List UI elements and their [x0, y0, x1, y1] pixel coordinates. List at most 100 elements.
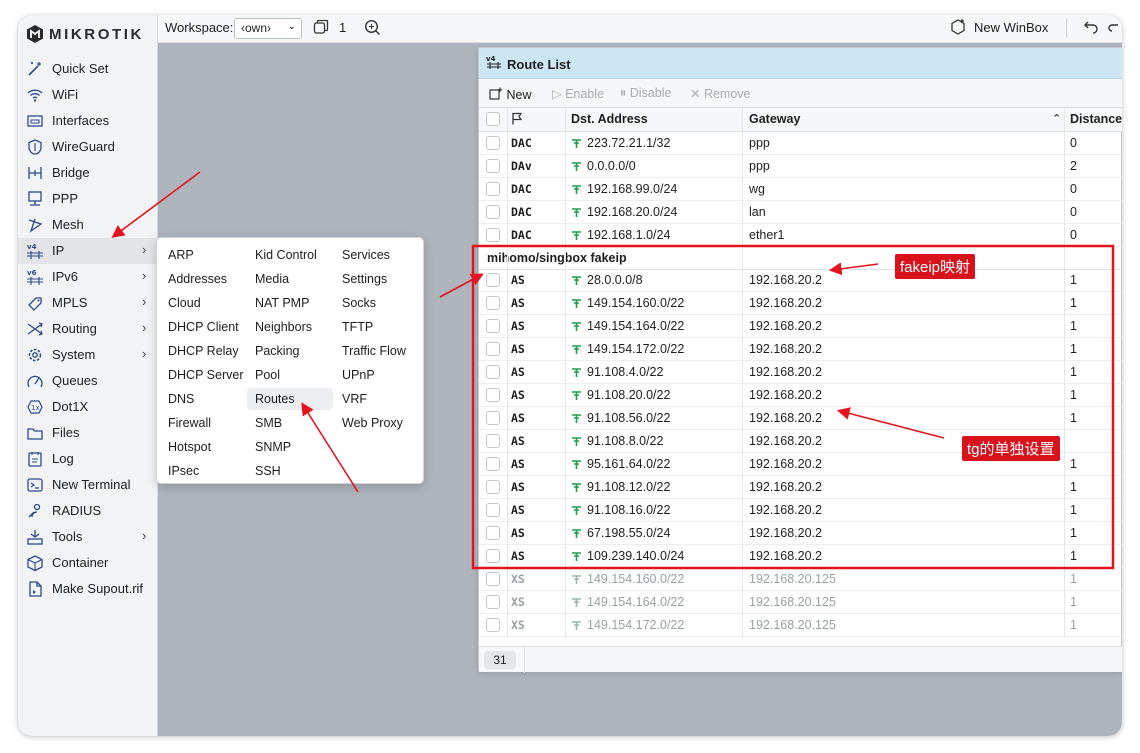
sidebar-item-radius[interactable]: RADIUS — [18, 498, 158, 524]
ip-menu-web-proxy[interactable]: Web Proxy — [342, 412, 403, 434]
new-winbox-button[interactable]: New WinBox — [974, 20, 1048, 35]
sidebar-item-ipv6[interactable]: v6 IPv6 › — [18, 264, 158, 290]
sidebar-item-wifi[interactable]: WiFi — [18, 82, 158, 108]
column-divider[interactable] — [507, 108, 508, 638]
row-checkbox[interactable] — [486, 411, 500, 425]
remove-button[interactable]: ✕ Remove — [690, 86, 751, 101]
ip-menu-upnp[interactable]: UPnP — [342, 364, 375, 386]
flag-column-icon[interactable] — [511, 112, 523, 128]
ip-menu-ipsec[interactable]: IPsec — [168, 460, 199, 482]
row-checkbox[interactable] — [486, 228, 500, 242]
row-checkbox[interactable] — [486, 503, 500, 517]
row-checkbox[interactable] — [486, 480, 500, 494]
sidebar-item-log[interactable]: Log — [18, 446, 158, 472]
enable-button[interactable]: ▷ Enable — [552, 86, 604, 101]
ip-menu-kid-control[interactable]: Kid Control — [255, 244, 317, 266]
table-row[interactable]: AS 91.108.16.0/22 192.168.20.2 1 — [479, 499, 1122, 522]
redo-icon[interactable] — [1108, 18, 1120, 37]
table-row[interactable]: AS 91.108.12.0/22 192.168.20.2 1 — [479, 476, 1122, 499]
sidebar-item-routing[interactable]: Routing › — [18, 316, 158, 342]
table-row[interactable]: XS 149.154.160.0/22 192.168.20.125 1 — [479, 568, 1122, 591]
table-row[interactable]: AS 109.239.140.0/24 192.168.20.2 1 — [479, 545, 1122, 568]
sidebar-item-queues[interactable]: Queues — [18, 368, 158, 394]
table-row[interactable]: XS 149.154.164.0/22 192.168.20.125 1 — [479, 591, 1122, 614]
row-checkbox[interactable] — [486, 342, 500, 356]
table-row[interactable]: DAv 0.0.0.0/0 ppp 2 — [479, 155, 1122, 178]
sidebar-item-mesh[interactable]: Mesh — [18, 212, 158, 238]
ip-menu-traffic-flow[interactable]: Traffic Flow — [342, 340, 406, 362]
workspace-select[interactable]: ‹own› ⌄ — [234, 18, 302, 39]
ip-menu-hotspot[interactable]: Hotspot — [168, 436, 211, 458]
ip-menu-addresses[interactable]: Addresses — [168, 268, 227, 290]
table-row[interactable]: AS 149.154.164.0/22 192.168.20.2 1 — [479, 315, 1122, 338]
sidebar-item-interfaces[interactable]: Interfaces — [18, 108, 158, 134]
ip-menu-vrf[interactable]: VRF — [342, 388, 367, 410]
column-divider[interactable] — [1064, 108, 1065, 638]
ip-menu-nat-pmp[interactable]: NAT PMP — [255, 292, 309, 314]
sidebar-item-tools[interactable]: Tools › — [18, 524, 158, 550]
table-row[interactable]: AS 67.198.55.0/24 192.168.20.2 1 — [479, 522, 1122, 545]
undo-icon[interactable] — [1083, 18, 1099, 37]
sidebar-item-ppp[interactable]: PPP — [18, 186, 158, 212]
row-checkbox[interactable] — [486, 572, 500, 586]
table-row[interactable]: DAC 192.168.99.0/24 wg 0 — [479, 178, 1122, 201]
ip-menu-firewall[interactable]: Firewall — [168, 412, 211, 434]
ip-menu-snmp[interactable]: SNMP — [255, 436, 291, 458]
ip-menu-ssh[interactable]: SSH — [255, 460, 281, 482]
table-row[interactable]: AS 91.108.4.0/22 192.168.20.2 1 — [479, 361, 1122, 384]
table-row[interactable]: DAC 223.72.21.1/32 ppp 0 — [479, 132, 1122, 155]
table-row[interactable]: DAC 192.168.1.0/24 ether1 0 — [479, 224, 1122, 247]
route-list-title-bar[interactable]: v4 Route List — [479, 48, 1122, 79]
sidebar-item-make-supout-rif[interactable]: Make Supout.rif — [18, 576, 158, 602]
ip-menu-dhcp-relay[interactable]: DHCP Relay — [168, 340, 239, 362]
sidebar-item-bridge[interactable]: Bridge — [18, 160, 158, 186]
row-checkbox[interactable] — [486, 182, 500, 196]
row-checkbox[interactable] — [486, 526, 500, 540]
table-row[interactable]: AS 28.0.0.0/8 192.168.20.2 1 — [479, 269, 1122, 292]
dst-address-header[interactable]: Dst. Address — [571, 112, 648, 126]
ip-menu-smb[interactable]: SMB — [255, 412, 282, 434]
ip-menu-neighbors[interactable]: Neighbors — [255, 316, 312, 338]
table-row[interactable]: AS 149.154.160.0/22 192.168.20.2 1 — [479, 292, 1122, 315]
sidebar-item-mpls[interactable]: MPLS › — [18, 290, 158, 316]
sidebar-item-container[interactable]: Container — [18, 550, 158, 576]
search-icon[interactable] — [364, 19, 381, 39]
row-checkbox[interactable] — [486, 388, 500, 402]
sidebar-item-dot1x[interactable]: 1x Dot1X — [18, 394, 158, 420]
windows-icon[interactable] — [313, 19, 329, 38]
row-checkbox[interactable] — [486, 595, 500, 609]
sidebar-item-quick-set[interactable]: Quick Set — [18, 56, 158, 82]
row-checkbox[interactable] — [486, 136, 500, 150]
row-checkbox[interactable] — [486, 296, 500, 310]
ip-menu-routes[interactable]: Routes — [247, 388, 333, 410]
distance-header[interactable]: Distance — [1070, 112, 1122, 126]
ip-menu-pool[interactable]: Pool — [255, 364, 280, 386]
column-divider[interactable] — [565, 108, 566, 638]
route-group-header[interactable]: mihomo/singbox fakeip — [479, 247, 1122, 270]
row-checkbox[interactable] — [486, 457, 500, 471]
gateway-header[interactable]: Gateway — [749, 112, 800, 126]
ip-menu-tftp[interactable]: TFTP — [342, 316, 373, 338]
row-checkbox[interactable] — [486, 434, 500, 448]
row-checkbox[interactable] — [486, 549, 500, 563]
row-checkbox[interactable] — [486, 365, 500, 379]
sidebar-item-wireguard[interactable]: WireGuard — [18, 134, 158, 160]
ip-menu-cloud[interactable]: Cloud — [168, 292, 201, 314]
sort-asc-icon[interactable]: ⌃ — [1052, 112, 1061, 125]
row-checkbox[interactable] — [486, 319, 500, 333]
table-row[interactable]: AS 91.108.56.0/22 192.168.20.2 1 — [479, 407, 1122, 430]
row-checkbox[interactable] — [486, 205, 500, 219]
ip-menu-settings[interactable]: Settings — [342, 268, 387, 290]
ip-menu-socks[interactable]: Socks — [342, 292, 376, 314]
new-winbox-icon[interactable] — [949, 18, 967, 39]
select-all-checkbox[interactable] — [486, 112, 500, 126]
ip-menu-dhcp-client[interactable]: DHCP Client — [168, 316, 239, 338]
sidebar-item-system[interactable]: System › — [18, 342, 158, 368]
ip-menu-dhcp-server[interactable]: DHCP Server — [168, 364, 243, 386]
table-row[interactable]: XS 149.154.172.0/22 192.168.20.125 1 — [479, 614, 1122, 637]
row-checkbox[interactable] — [486, 159, 500, 173]
row-checkbox[interactable] — [486, 273, 500, 287]
ip-menu-packing[interactable]: Packing — [255, 340, 299, 362]
ip-menu-arp[interactable]: ARP — [168, 244, 194, 266]
table-row[interactable]: AS 149.154.172.0/22 192.168.20.2 1 — [479, 338, 1122, 361]
